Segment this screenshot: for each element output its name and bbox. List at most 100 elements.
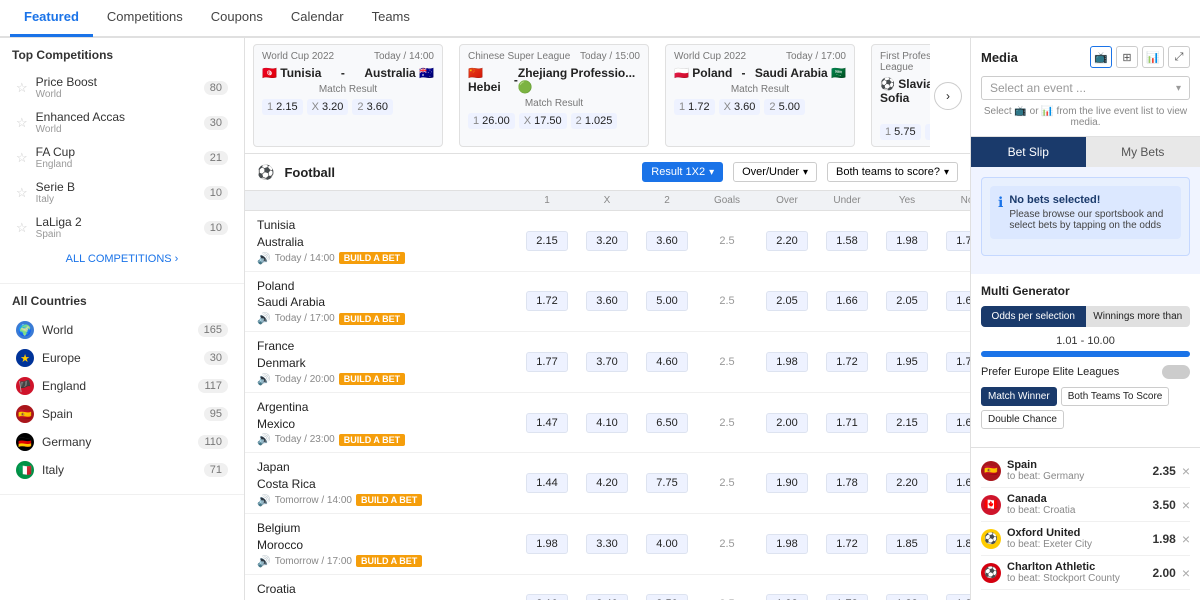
odds-2-btn[interactable]: 3.50 — [646, 594, 688, 600]
odds-x-btn[interactable]: 3.30 — [586, 534, 628, 554]
filter-bothteams-btn[interactable]: Both teams to score? — [827, 162, 958, 182]
odds-under-btn[interactable]: 1.72 — [826, 352, 868, 372]
country-item[interactable]: 🇪🇸 Spain 95 — [12, 400, 232, 428]
build-bet-btn[interactable]: BUILD A BET — [339, 434, 405, 446]
odds-btn[interactable]: 1 5.75 — [880, 124, 921, 140]
country-item[interactable]: ★ Europe 30 — [12, 344, 232, 372]
odds-btn[interactable]: 2 3.60 — [352, 99, 393, 115]
odds-under-btn[interactable]: 1.78 — [826, 473, 868, 493]
odds-yes-btn[interactable]: 1.83 — [886, 594, 928, 600]
odds-2-btn[interactable]: 7.75 — [646, 473, 688, 493]
nav-competitions[interactable]: Competitions — [93, 0, 197, 37]
sound-icon[interactable]: 🔊 — [257, 433, 271, 446]
country-item[interactable]: 🇩🇪 Germany 110 — [12, 428, 232, 456]
prefer-toggle[interactable] — [1162, 365, 1190, 379]
odds-yes-btn[interactable]: 1.95 — [886, 352, 928, 372]
build-bet-btn[interactable]: BUILD A BET — [339, 313, 405, 325]
odds-1-btn[interactable]: 2.10 — [526, 594, 568, 600]
bet-pick-close-btn[interactable]: × — [1182, 531, 1190, 547]
bet-pick-close-btn[interactable]: × — [1182, 565, 1190, 581]
country-item[interactable]: 🇮🇹 Italy 71 — [12, 456, 232, 484]
odds-under-btn[interactable]: 1.66 — [826, 291, 868, 311]
odds-btn[interactable]: 1 26.00 — [468, 113, 515, 129]
odds-btn[interactable]: 2 5.00 — [764, 99, 805, 115]
odds-x-btn[interactable]: 3.70 — [586, 352, 628, 372]
odds-yes-btn[interactable]: 1.98 — [886, 231, 928, 251]
odds-1-btn[interactable]: 1.72 — [526, 291, 568, 311]
media-event-select[interactable]: Select an event ... ▾ — [981, 76, 1190, 100]
odds-over-btn[interactable]: 2.00 — [766, 413, 808, 433]
sound-icon[interactable]: 🔊 — [257, 494, 271, 507]
country-item[interactable]: 🌍 World 165 — [12, 316, 232, 344]
odds-x-btn[interactable]: 4.20 — [586, 473, 628, 493]
build-bet-btn[interactable]: BUILD A BET — [356, 555, 422, 567]
odds-1-btn[interactable]: 2.15 — [526, 231, 568, 251]
top-comp-item[interactable]: ☆ Enhanced Accas World 30 — [12, 105, 232, 140]
odds-under-btn[interactable]: 1.71 — [826, 413, 868, 433]
media-tv-btn[interactable]: 📺 — [1090, 46, 1112, 68]
media-chart-btn[interactable]: 📊 — [1142, 46, 1164, 68]
build-bet-btn[interactable]: BUILD A BET — [339, 373, 405, 385]
odds-btn[interactable]: X 3.20 — [307, 99, 349, 115]
carousel-next-button[interactable]: › — [934, 82, 962, 110]
media-grid-btn[interactable]: ⊞ — [1116, 46, 1138, 68]
filter-double-chance[interactable]: Double Chance — [981, 410, 1064, 429]
odds-1-btn[interactable]: 1.77 — [526, 352, 568, 372]
sound-icon[interactable]: 🔊 — [257, 252, 271, 265]
multi-gen-winnings-tab[interactable]: Winnings more than — [1086, 306, 1191, 327]
odds-under-btn[interactable]: 1.72 — [826, 594, 868, 600]
nav-coupons[interactable]: Coupons — [197, 0, 277, 37]
betslip-tab[interactable]: Bet Slip — [971, 137, 1086, 167]
all-competitions-link[interactable]: ALL COMPETITIONS › — [12, 245, 232, 273]
odds-no-btn[interactable]: 1.61 — [946, 473, 970, 493]
odds-yes-btn[interactable]: 2.20 — [886, 473, 928, 493]
sound-icon[interactable]: 🔊 — [257, 373, 271, 386]
odds-no-btn[interactable]: 1.68 — [946, 291, 970, 311]
top-comp-item[interactable]: ☆ LaLiga 2 Spain 10 — [12, 210, 232, 245]
build-bet-btn[interactable]: BUILD A BET — [356, 494, 422, 506]
odds-yes-btn[interactable]: 1.85 — [886, 534, 928, 554]
odds-btn[interactable]: 1 1.72 — [674, 99, 715, 115]
odds-over-btn[interactable]: 1.98 — [766, 534, 808, 554]
odds-1-btn[interactable]: 1.44 — [526, 473, 568, 493]
top-comp-item[interactable]: ☆ FA Cup England 21 — [12, 140, 232, 175]
odds-under-btn[interactable]: 1.58 — [826, 231, 868, 251]
bet-pick-close-btn[interactable]: × — [1182, 463, 1190, 479]
odds-over-btn[interactable]: 2.20 — [766, 231, 808, 251]
country-item[interactable]: 🏴 England 117 — [12, 372, 232, 400]
odds-no-btn[interactable]: 1.62 — [946, 413, 970, 433]
odds-x-btn[interactable]: 3.40 — [586, 594, 628, 600]
odds-1-btn[interactable]: 1.98 — [526, 534, 568, 554]
odds-no-btn[interactable]: 1.75 — [946, 231, 970, 251]
odds-btn[interactable]: X 3.60 — [719, 99, 761, 115]
filter-overunder-btn[interactable]: Over/Under — [733, 162, 817, 182]
odds-btn[interactable]: 2 1.025 — [571, 113, 618, 129]
odds-btn[interactable]: X 4.00 — [925, 124, 930, 140]
nav-calendar[interactable]: Calendar — [277, 0, 358, 37]
odds-no-btn[interactable]: 1.77 — [946, 352, 970, 372]
odds-2-btn[interactable]: 4.60 — [646, 352, 688, 372]
odds-yes-btn[interactable]: 2.15 — [886, 413, 928, 433]
bet-pick-close-btn[interactable]: × — [1182, 497, 1190, 513]
mybets-tab[interactable]: My Bets — [1086, 137, 1200, 167]
odds-x-btn[interactable]: 3.20 — [586, 231, 628, 251]
media-expand-btn[interactable]: ⤢ — [1168, 46, 1190, 68]
build-bet-btn[interactable]: BUILD A BET — [339, 252, 405, 264]
odds-2-btn[interactable]: 4.00 — [646, 534, 688, 554]
odds-1-btn[interactable]: 1.47 — [526, 413, 568, 433]
odds-2-btn[interactable]: 5.00 — [646, 291, 688, 311]
top-comp-item[interactable]: ☆ Serie B Italy 10 — [12, 175, 232, 210]
nav-featured[interactable]: Featured — [10, 0, 93, 37]
filter-both-teams[interactable]: Both Teams To Score — [1061, 387, 1170, 406]
odds-over-btn[interactable]: 1.98 — [766, 594, 808, 600]
sound-icon[interactable]: 🔊 — [257, 312, 271, 325]
odds-no-btn[interactable]: 1.87 — [946, 594, 970, 600]
odds-x-btn[interactable]: 3.60 — [586, 291, 628, 311]
range-bar[interactable] — [981, 351, 1190, 357]
odds-x-btn[interactable]: 4.10 — [586, 413, 628, 433]
odds-btn[interactable]: X 17.50 — [519, 113, 567, 129]
filter-match-winner[interactable]: Match Winner — [981, 387, 1057, 406]
nav-teams[interactable]: Teams — [358, 0, 424, 37]
odds-2-btn[interactable]: 6.50 — [646, 413, 688, 433]
odds-over-btn[interactable]: 2.05 — [766, 291, 808, 311]
